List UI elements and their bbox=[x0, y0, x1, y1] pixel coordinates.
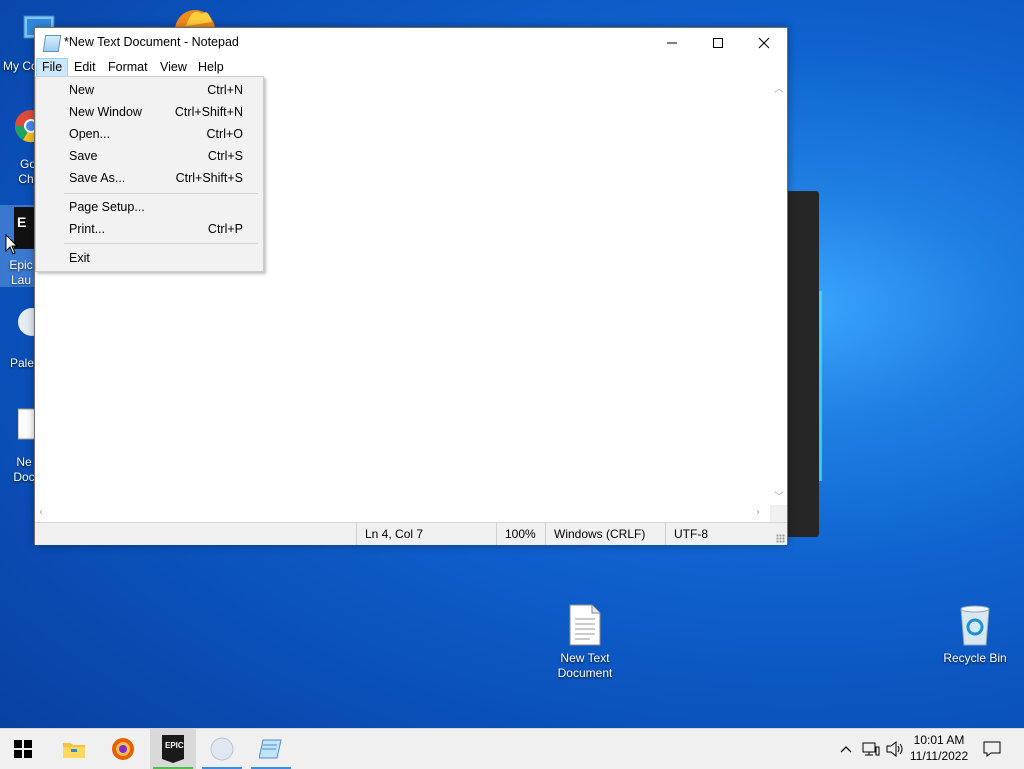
network-icon bbox=[862, 742, 880, 756]
menu-item-save[interactable]: Save Ctrl+S bbox=[36, 145, 263, 167]
horizontal-scrollbar[interactable]: ‹ › bbox=[35, 505, 770, 522]
menu-item-exit[interactable]: Exit bbox=[36, 247, 263, 269]
recycle-bin-icon bbox=[960, 605, 990, 646]
scrollbar-corner bbox=[770, 505, 787, 522]
menu-item-page-setup[interactable]: Page Setup... bbox=[36, 196, 263, 218]
menu-item-shortcut: Ctrl+N bbox=[207, 83, 243, 97]
file-menu-dropdown: New Ctrl+N New Window Ctrl+Shift+N Open.… bbox=[35, 76, 264, 272]
menu-format[interactable]: Format bbox=[103, 58, 153, 77]
notification-icon bbox=[983, 741, 1001, 757]
network-button[interactable] bbox=[860, 729, 882, 769]
notepad-icon bbox=[42, 35, 62, 52]
menu-item-shortcut: Ctrl+S bbox=[207, 149, 243, 163]
maximize-icon bbox=[713, 38, 723, 48]
status-encoding: UTF-8 bbox=[665, 523, 774, 545]
show-hidden-icons-button[interactable] bbox=[836, 729, 856, 769]
desktop-icon-label: Recycle Bin bbox=[943, 651, 1007, 665]
scroll-down-icon[interactable]: ﹀ bbox=[774, 488, 784, 503]
taskbar-epic-games[interactable]: EPIC bbox=[150, 729, 196, 769]
menu-item-label: Page Setup... bbox=[69, 200, 145, 214]
menu-item-shortcut: Ctrl+O bbox=[206, 127, 243, 141]
menu-item-shortcut: Ctrl+P bbox=[207, 222, 243, 236]
status-line-ending: Windows (CRLF) bbox=[545, 523, 666, 545]
menu-item-label: Print... bbox=[69, 222, 106, 236]
title-bar[interactable]: *New Text Document - Notepad bbox=[35, 28, 787, 58]
taskbar-notepad[interactable] bbox=[248, 729, 294, 769]
status-bar: Ln 4, Col 7 100% Windows (CRLF) UTF-8 bbox=[35, 522, 787, 545]
menu-view[interactable]: View bbox=[155, 58, 192, 77]
taskbar-firefox[interactable] bbox=[100, 729, 146, 769]
minimize-icon bbox=[667, 42, 677, 44]
start-button[interactable] bbox=[0, 729, 46, 769]
vertical-scrollbar[interactable]: ︿ ﹀ bbox=[770, 77, 787, 505]
pale-moon-icon bbox=[210, 737, 234, 761]
status-position: Ln 4, Col 7 bbox=[356, 523, 495, 545]
taskbar-pale-moon[interactable] bbox=[199, 729, 245, 769]
mouse-cursor-icon bbox=[5, 234, 19, 255]
window-title: *New Text Document - Notepad bbox=[64, 35, 239, 49]
minimize-button[interactable] bbox=[649, 28, 695, 58]
desktop-icon-label: Epic Lau bbox=[9, 258, 33, 287]
text-file-icon bbox=[569, 604, 601, 646]
chevron-up-icon bbox=[840, 746, 852, 753]
speaker-icon bbox=[886, 741, 903, 757]
menu-item-new[interactable]: New Ctrl+N bbox=[36, 79, 263, 101]
menu-item-label: Exit bbox=[69, 251, 90, 265]
clock-time: 10:01 AM bbox=[913, 733, 965, 747]
menu-item-new-window[interactable]: New Window Ctrl+Shift+N bbox=[36, 101, 263, 123]
scroll-right-icon[interactable]: › bbox=[756, 507, 760, 518]
menu-item-open[interactable]: Open... Ctrl+O bbox=[36, 123, 263, 145]
scroll-left-icon[interactable]: ‹ bbox=[39, 507, 43, 518]
desktop-icon-label: Pale bbox=[9, 356, 35, 370]
menu-item-print[interactable]: Print... Ctrl+P bbox=[36, 218, 263, 240]
clock-date: 11/11/2022 bbox=[909, 749, 969, 763]
epic-label: EPIC bbox=[165, 741, 184, 750]
menu-item-label: Save As... bbox=[69, 171, 126, 185]
background-window[interactable] bbox=[786, 191, 822, 537]
desktop-icon-label: New Text Document bbox=[557, 651, 613, 680]
notepad-icon bbox=[259, 739, 282, 759]
resize-grip[interactable] bbox=[776, 534, 785, 543]
menu-bar: File Edit Format View Help bbox=[35, 58, 787, 77]
volume-button[interactable] bbox=[884, 729, 906, 769]
desktop-icon-recycle-bin[interactable]: Recycle Bin bbox=[940, 603, 1010, 666]
firefox-icon bbox=[175, 10, 215, 28]
maximize-button[interactable] bbox=[695, 28, 741, 58]
svg-text:E: E bbox=[17, 214, 26, 230]
close-icon bbox=[758, 37, 770, 49]
taskbar-clock[interactable]: 10:01 AM 11/11/2022 bbox=[904, 732, 974, 764]
firefox-icon bbox=[112, 738, 134, 760]
menu-item-label: Save bbox=[69, 149, 98, 163]
taskbar-file-explorer[interactable] bbox=[51, 729, 97, 769]
file-explorer-icon bbox=[63, 743, 85, 758]
menu-edit[interactable]: Edit bbox=[69, 58, 101, 77]
menu-item-shortcut: Ctrl+Shift+N bbox=[174, 105, 243, 119]
menu-item-label: Open... bbox=[69, 127, 110, 141]
menu-item-label: New bbox=[69, 83, 95, 97]
menu-item-shortcut: Ctrl+Shift+S bbox=[175, 171, 243, 185]
desktop-icon-new-text-document[interactable]: New Text Document bbox=[550, 603, 620, 681]
menu-item-save-as[interactable]: Save As... Ctrl+Shift+S bbox=[36, 167, 263, 189]
action-center-button[interactable] bbox=[978, 729, 1006, 769]
menu-file[interactable]: File bbox=[36, 58, 69, 77]
menu-help[interactable]: Help bbox=[193, 58, 229, 77]
taskbar: EPIC 10:01 AM 11/11/2022 bbox=[0, 728, 1024, 769]
menu-separator bbox=[64, 243, 258, 244]
epic-games-icon: EPIC bbox=[162, 735, 184, 763]
menu-item-label: New Window bbox=[69, 105, 142, 119]
windows-logo-icon bbox=[14, 740, 32, 758]
menu-separator bbox=[64, 193, 258, 194]
close-button[interactable] bbox=[741, 28, 787, 58]
scroll-up-icon[interactable]: ︿ bbox=[774, 80, 784, 95]
status-zoom: 100% bbox=[496, 523, 547, 545]
